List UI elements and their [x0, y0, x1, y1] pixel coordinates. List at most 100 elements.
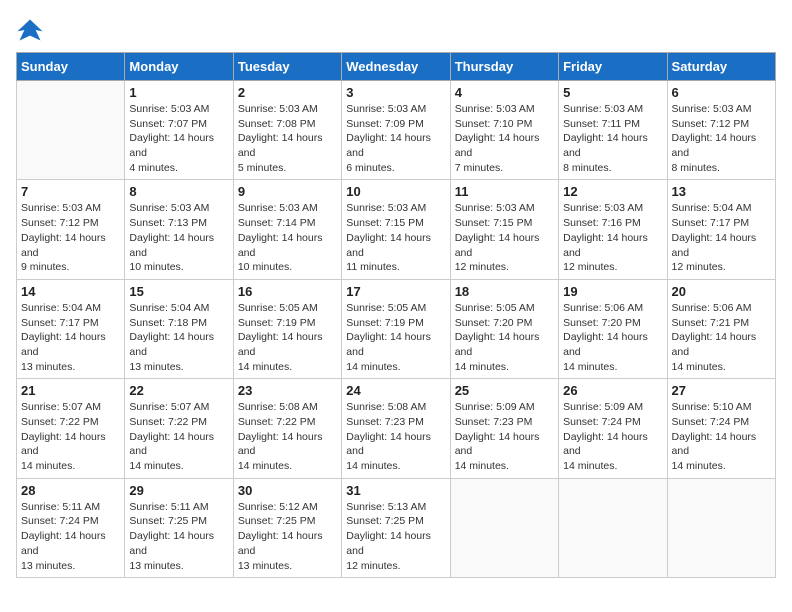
day-info: Sunrise: 5:06 AMSunset: 7:20 PMDaylight:… [563, 301, 662, 374]
weekday-header-thursday: Thursday [450, 53, 558, 81]
day-number: 14 [21, 284, 120, 299]
weekday-header-tuesday: Tuesday [233, 53, 341, 81]
day-number: 8 [129, 184, 228, 199]
day-number: 24 [346, 383, 445, 398]
day-info: Sunrise: 5:03 AMSunset: 7:12 PMDaylight:… [21, 201, 120, 274]
week-row-4: 21Sunrise: 5:07 AMSunset: 7:22 PMDayligh… [17, 379, 776, 478]
day-info: Sunrise: 5:09 AMSunset: 7:24 PMDaylight:… [563, 400, 662, 473]
day-info: Sunrise: 5:04 AMSunset: 7:18 PMDaylight:… [129, 301, 228, 374]
day-cell-13: 13Sunrise: 5:04 AMSunset: 7:17 PMDayligh… [667, 180, 775, 279]
day-info: Sunrise: 5:03 AMSunset: 7:16 PMDaylight:… [563, 201, 662, 274]
day-cell-18: 18 Sunrise: 5:05 AMSunset: 7:20 PMDayligh… [450, 279, 558, 378]
day-cell-2: 2 Sunrise: 5:03 AMSunset: 7:08 PMDaylight… [233, 81, 341, 180]
day-info: Sunrise: 5:03 AMSunset: 7:15 PMDaylight:… [346, 201, 445, 274]
day-info: Sunrise: 5:03 AMSunset: 7:07 PMDaylight:… [129, 102, 228, 175]
day-info: Sunrise: 5:03 AMSunset: 7:13 PMDaylight:… [129, 201, 228, 274]
day-info: Sunrise: 5:03 AMSunset: 7:08 PMDaylight:… [238, 102, 337, 175]
day-cell-31: 31 Sunrise: 5:13 AMSunset: 7:25 PMDayligh… [342, 478, 450, 577]
week-row-5: 28 Sunrise: 5:11 AMSunset: 7:24 PMDayligh… [17, 478, 776, 577]
day-cell-27: 27 Sunrise: 5:10 AMSunset: 7:24 PMDayligh… [667, 379, 775, 478]
day-info: Sunrise: 5:03 AMSunset: 7:14 PMDaylight:… [238, 201, 337, 274]
empty-cell [667, 478, 775, 577]
day-cell-8: 8 Sunrise: 5:03 AMSunset: 7:13 PMDaylight… [125, 180, 233, 279]
day-cell-4: 4Sunrise: 5:03 AMSunset: 7:10 PMDaylight… [450, 81, 558, 180]
day-cell-9: 9 Sunrise: 5:03 AMSunset: 7:14 PMDaylight… [233, 180, 341, 279]
day-number: 28 [21, 483, 120, 498]
day-cell-25: 25 Sunrise: 5:09 AMSunset: 7:23 PMDayligh… [450, 379, 558, 478]
week-row-3: 14 Sunrise: 5:04 AMSunset: 7:17 PMDayligh… [17, 279, 776, 378]
day-cell-17: 17 Sunrise: 5:05 AMSunset: 7:19 PMDayligh… [342, 279, 450, 378]
day-number: 2 [238, 85, 337, 100]
day-cell-6: 6 Sunrise: 5:03 AMSunset: 7:12 PMDaylight… [667, 81, 775, 180]
day-cell-28: 28 Sunrise: 5:11 AMSunset: 7:24 PMDayligh… [17, 478, 125, 577]
day-number: 25 [455, 383, 554, 398]
day-cell-7: 7Sunrise: 5:03 AMSunset: 7:12 PMDaylight… [17, 180, 125, 279]
week-row-1: 1 Sunrise: 5:03 AMSunset: 7:07 PMDaylight… [17, 81, 776, 180]
weekday-header-sunday: Sunday [17, 53, 125, 81]
day-cell-12: 12 Sunrise: 5:03 AMSunset: 7:16 PMDayligh… [559, 180, 667, 279]
day-info: Sunrise: 5:03 AMSunset: 7:11 PMDaylight:… [563, 102, 662, 175]
day-number: 6 [672, 85, 771, 100]
weekday-header-saturday: Saturday [667, 53, 775, 81]
weekday-header-monday: Monday [125, 53, 233, 81]
day-info: Sunrise: 5:10 AMSunset: 7:24 PMDaylight:… [672, 400, 771, 473]
day-number: 19 [563, 284, 662, 299]
day-cell-24: 24 Sunrise: 5:08 AMSunset: 7:23 PMDayligh… [342, 379, 450, 478]
day-number: 1 [129, 85, 228, 100]
week-row-2: 7Sunrise: 5:03 AMSunset: 7:12 PMDaylight… [17, 180, 776, 279]
day-number: 29 [129, 483, 228, 498]
day-cell-21: 21Sunrise: 5:07 AMSunset: 7:22 PMDayligh… [17, 379, 125, 478]
day-cell-22: 22Sunrise: 5:07 AMSunset: 7:22 PMDayligh… [125, 379, 233, 478]
day-cell-10: 10 Sunrise: 5:03 AMSunset: 7:15 PMDayligh… [342, 180, 450, 279]
day-number: 12 [563, 184, 662, 199]
day-number: 27 [672, 383, 771, 398]
day-number: 10 [346, 184, 445, 199]
day-cell-5: 5 Sunrise: 5:03 AMSunset: 7:11 PMDaylight… [559, 81, 667, 180]
day-info: Sunrise: 5:04 AMSunset: 7:17 PMDaylight:… [21, 301, 120, 374]
day-cell-19: 19 Sunrise: 5:06 AMSunset: 7:20 PMDayligh… [559, 279, 667, 378]
day-number: 5 [563, 85, 662, 100]
day-cell-14: 14 Sunrise: 5:04 AMSunset: 7:17 PMDayligh… [17, 279, 125, 378]
day-cell-16: 16Sunrise: 5:05 AMSunset: 7:19 PMDayligh… [233, 279, 341, 378]
day-cell-11: 11 Sunrise: 5:03 AMSunset: 7:15 PMDayligh… [450, 180, 558, 279]
day-info: Sunrise: 5:08 AMSunset: 7:23 PMDaylight:… [346, 400, 445, 473]
day-info: Sunrise: 5:06 AMSunset: 7:21 PMDaylight:… [672, 301, 771, 374]
day-number: 17 [346, 284, 445, 299]
logo-icon [16, 16, 44, 44]
day-cell-3: 3 Sunrise: 5:03 AMSunset: 7:09 PMDaylight… [342, 81, 450, 180]
day-cell-30: 30 Sunrise: 5:12 AMSunset: 7:25 PMDayligh… [233, 478, 341, 577]
day-info: Sunrise: 5:11 AMSunset: 7:24 PMDaylight:… [21, 500, 120, 573]
day-number: 30 [238, 483, 337, 498]
day-number: 11 [455, 184, 554, 199]
empty-cell [450, 478, 558, 577]
day-info: Sunrise: 5:04 AMSunset: 7:17 PMDaylight:… [672, 201, 771, 274]
day-cell-26: 26Sunrise: 5:09 AMSunset: 7:24 PMDayligh… [559, 379, 667, 478]
day-number: 23 [238, 383, 337, 398]
logo [16, 16, 48, 44]
day-number: 3 [346, 85, 445, 100]
day-info: Sunrise: 5:07 AMSunset: 7:22 PMDaylight:… [21, 400, 120, 473]
day-number: 18 [455, 284, 554, 299]
day-info: Sunrise: 5:13 AMSunset: 7:25 PMDaylight:… [346, 500, 445, 573]
day-info: Sunrise: 5:11 AMSunset: 7:25 PMDaylight:… [129, 500, 228, 573]
day-number: 4 [455, 85, 554, 100]
day-cell-23: 23 Sunrise: 5:08 AMSunset: 7:22 PMDayligh… [233, 379, 341, 478]
day-number: 15 [129, 284, 228, 299]
empty-cell [17, 81, 125, 180]
day-info: Sunrise: 5:09 AMSunset: 7:23 PMDaylight:… [455, 400, 554, 473]
day-info: Sunrise: 5:05 AMSunset: 7:20 PMDaylight:… [455, 301, 554, 374]
day-number: 20 [672, 284, 771, 299]
day-info: Sunrise: 5:07 AMSunset: 7:22 PMDaylight:… [129, 400, 228, 473]
day-number: 9 [238, 184, 337, 199]
day-cell-15: 15 Sunrise: 5:04 AMSunset: 7:18 PMDayligh… [125, 279, 233, 378]
empty-cell [559, 478, 667, 577]
day-number: 31 [346, 483, 445, 498]
weekday-header-wednesday: Wednesday [342, 53, 450, 81]
day-info: Sunrise: 5:08 AMSunset: 7:22 PMDaylight:… [238, 400, 337, 473]
day-info: Sunrise: 5:05 AMSunset: 7:19 PMDaylight:… [346, 301, 445, 374]
weekday-header-friday: Friday [559, 53, 667, 81]
day-info: Sunrise: 5:03 AMSunset: 7:12 PMDaylight:… [672, 102, 771, 175]
day-info: Sunrise: 5:03 AMSunset: 7:15 PMDaylight:… [455, 201, 554, 274]
day-info: Sunrise: 5:12 AMSunset: 7:25 PMDaylight:… [238, 500, 337, 573]
day-info: Sunrise: 5:03 AMSunset: 7:09 PMDaylight:… [346, 102, 445, 175]
